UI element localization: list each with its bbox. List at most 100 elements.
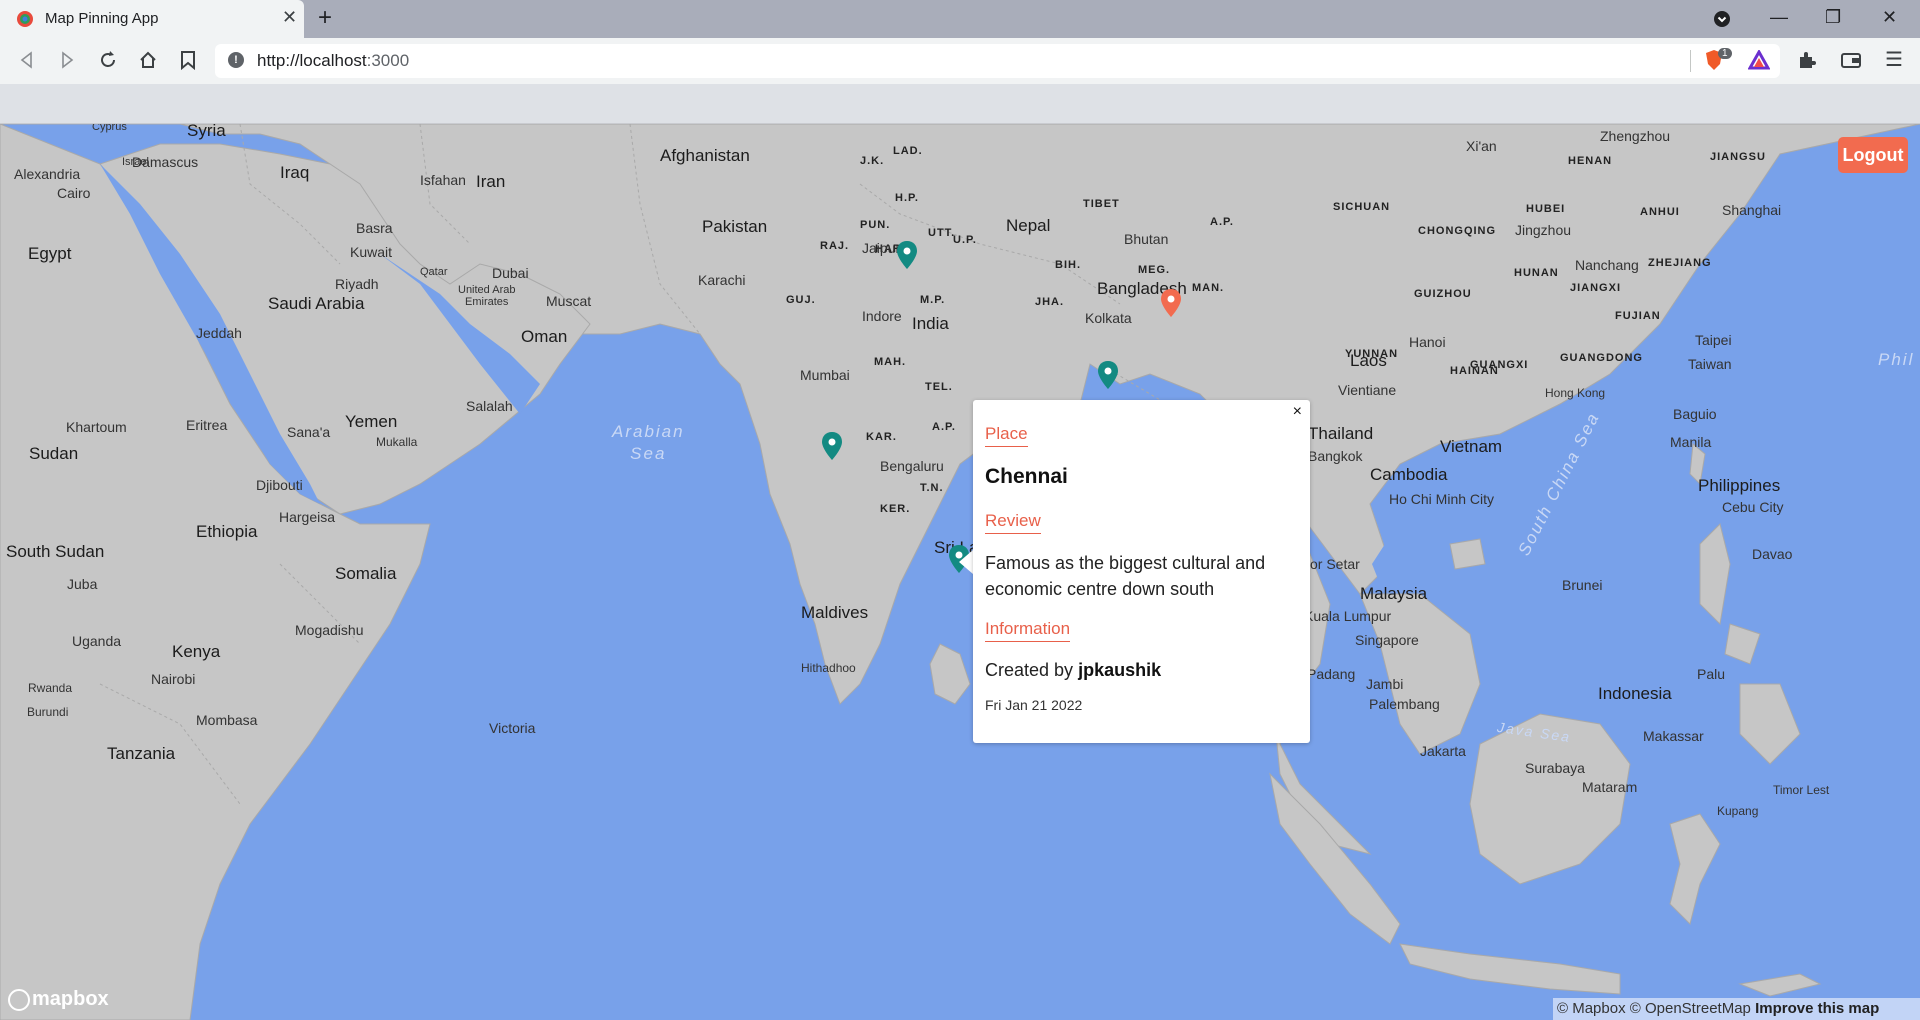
map-pin-teal[interactable] <box>821 431 843 461</box>
map-label: Brunei <box>1562 577 1603 593</box>
map-label: Manila <box>1670 434 1712 450</box>
map-label: MAH. <box>874 356 907 368</box>
map-label: JIANGSU <box>1710 151 1766 163</box>
map-label: ANHUI <box>1640 206 1680 218</box>
username: jpkaushik <box>1078 660 1162 680</box>
map-label: Bengaluru <box>880 458 944 474</box>
url-text[interactable]: http://localhost:3000 <box>257 51 409 71</box>
review-text: Famous as the biggest cultural and econo… <box>985 553 1266 599</box>
mapbox-logo[interactable]: mapbox <box>8 988 109 1011</box>
map-label: TIBET <box>1083 198 1120 210</box>
map-label: Davao <box>1752 546 1793 562</box>
close-window-icon[interactable]: ✕ <box>1882 7 1897 28</box>
extensions-icon[interactable] <box>1797 50 1817 70</box>
tab-search-icon[interactable] <box>1713 10 1731 28</box>
extension-badge: 1 <box>1718 48 1732 59</box>
mapbox-attribution-link[interactable]: © Mapbox <box>1557 1000 1626 1017</box>
map-label: HUBEI <box>1526 203 1566 215</box>
map-label: KER. <box>880 503 911 515</box>
map-label: Juba <box>67 576 98 592</box>
map-label: TEL. <box>925 381 953 393</box>
map-label: Zhengzhou <box>1600 128 1671 144</box>
map-label: Eritrea <box>186 417 228 433</box>
forward-icon[interactable] <box>58 51 76 69</box>
map-label: Jingzhou <box>1515 222 1572 238</box>
map-label: Vientiane <box>1338 382 1397 398</box>
bookmark-icon[interactable] <box>180 50 196 70</box>
place-label: Place <box>985 424 1028 447</box>
created-date: Fri Jan 21 2022 <box>985 697 1083 713</box>
menu-icon[interactable]: ☰ <box>1885 47 1903 72</box>
map-label: Tanzania <box>107 744 176 763</box>
browser-tab[interactable]: Map Pinning App ✕ <box>0 0 304 38</box>
map-label: Riyadh <box>335 276 379 292</box>
map-label: Kolkata <box>1085 310 1132 326</box>
map-pin-teal[interactable] <box>896 240 918 270</box>
map-label: Nairobi <box>151 671 196 687</box>
map-label: Mogadishu <box>295 622 364 638</box>
mapbox-logo-icon <box>8 988 30 1011</box>
map-label: Palembang <box>1369 696 1440 712</box>
back-icon[interactable] <box>18 51 36 69</box>
site-info-icon[interactable]: ! <box>228 52 244 68</box>
map-label: MAN. <box>1192 282 1225 294</box>
map-pin-orange[interactable] <box>1160 288 1182 318</box>
map-label: Surabaya <box>1525 760 1585 776</box>
osm-attribution-link[interactable]: © OpenStreetMap <box>1630 1000 1751 1017</box>
map-label: Taiwan <box>1688 356 1732 372</box>
map-label: Phil <box>1878 350 1915 369</box>
map-label: Nanchang <box>1575 257 1639 273</box>
logout-button[interactable]: Logout <box>1838 137 1908 173</box>
brave-rewards-icon[interactable] <box>1748 50 1770 70</box>
popup-close-button[interactable]: × <box>1293 403 1302 421</box>
home-icon[interactable] <box>138 50 158 70</box>
map-label: Sudan <box>29 444 79 463</box>
map-label: Isfahan <box>420 172 466 188</box>
map-label: Cairo <box>57 185 91 201</box>
map-label: M.P. <box>920 294 946 306</box>
map-label: India <box>912 314 949 333</box>
new-tab-button[interactable]: + <box>318 4 332 32</box>
map-label: or Setar <box>1310 556 1360 572</box>
map-label: MEG. <box>1138 264 1171 276</box>
map-label: Padang <box>1307 666 1356 682</box>
restore-icon[interactable]: ❐ <box>1825 7 1841 28</box>
map-label: Pakistan <box>702 217 768 236</box>
map-label: Kenya <box>172 642 221 661</box>
map-label: CHONGQING <box>1418 225 1497 237</box>
wallet-icon[interactable] <box>1840 50 1862 70</box>
map-label: PUN. <box>860 219 891 231</box>
map-label: SICHUAN <box>1333 201 1391 213</box>
map-label: Hithadhoo <box>801 661 856 675</box>
map-label: KAR. <box>866 431 897 443</box>
minimize-icon[interactable]: — <box>1770 7 1788 28</box>
map-label: Victoria <box>489 720 536 736</box>
reload-icon[interactable] <box>98 50 118 70</box>
map-label: Mombasa <box>196 712 258 728</box>
map-label: HAINAN <box>1450 365 1499 377</box>
tab-close-icon[interactable]: ✕ <box>282 7 297 28</box>
map-label: Iraq <box>280 163 310 182</box>
map-label: FUJIAN <box>1615 310 1661 322</box>
map-label: GUJ. <box>786 294 816 306</box>
map-label: Laos <box>1350 351 1387 370</box>
app-favicon-icon <box>17 11 33 27</box>
map-label: Arabian Sea <box>612 422 685 463</box>
map-label: Palu <box>1697 666 1726 682</box>
map-label: Iran <box>476 172 506 191</box>
map-label: U.P. <box>953 234 977 246</box>
map-label: Mataram <box>1582 779 1638 795</box>
map-label: Uganda <box>72 633 122 649</box>
address-bar[interactable] <box>215 44 1780 78</box>
map-label: Maldives <box>801 603 869 622</box>
place-popup: × Place Chennai Review Famous as the big… <box>973 400 1310 743</box>
map-label: GUIZHOU <box>1414 288 1472 300</box>
map-label: Sana'a <box>287 424 331 440</box>
map-pin-teal[interactable] <box>1097 360 1119 390</box>
map-label: Mumbai <box>800 367 850 383</box>
improve-map-link[interactable]: Improve this map <box>1755 1000 1879 1017</box>
map-label: Israel <box>122 156 149 168</box>
map-label: Saudi Arabia <box>268 294 365 313</box>
map-label: LAD. <box>893 145 923 157</box>
map-label: Cyprus <box>92 124 127 133</box>
